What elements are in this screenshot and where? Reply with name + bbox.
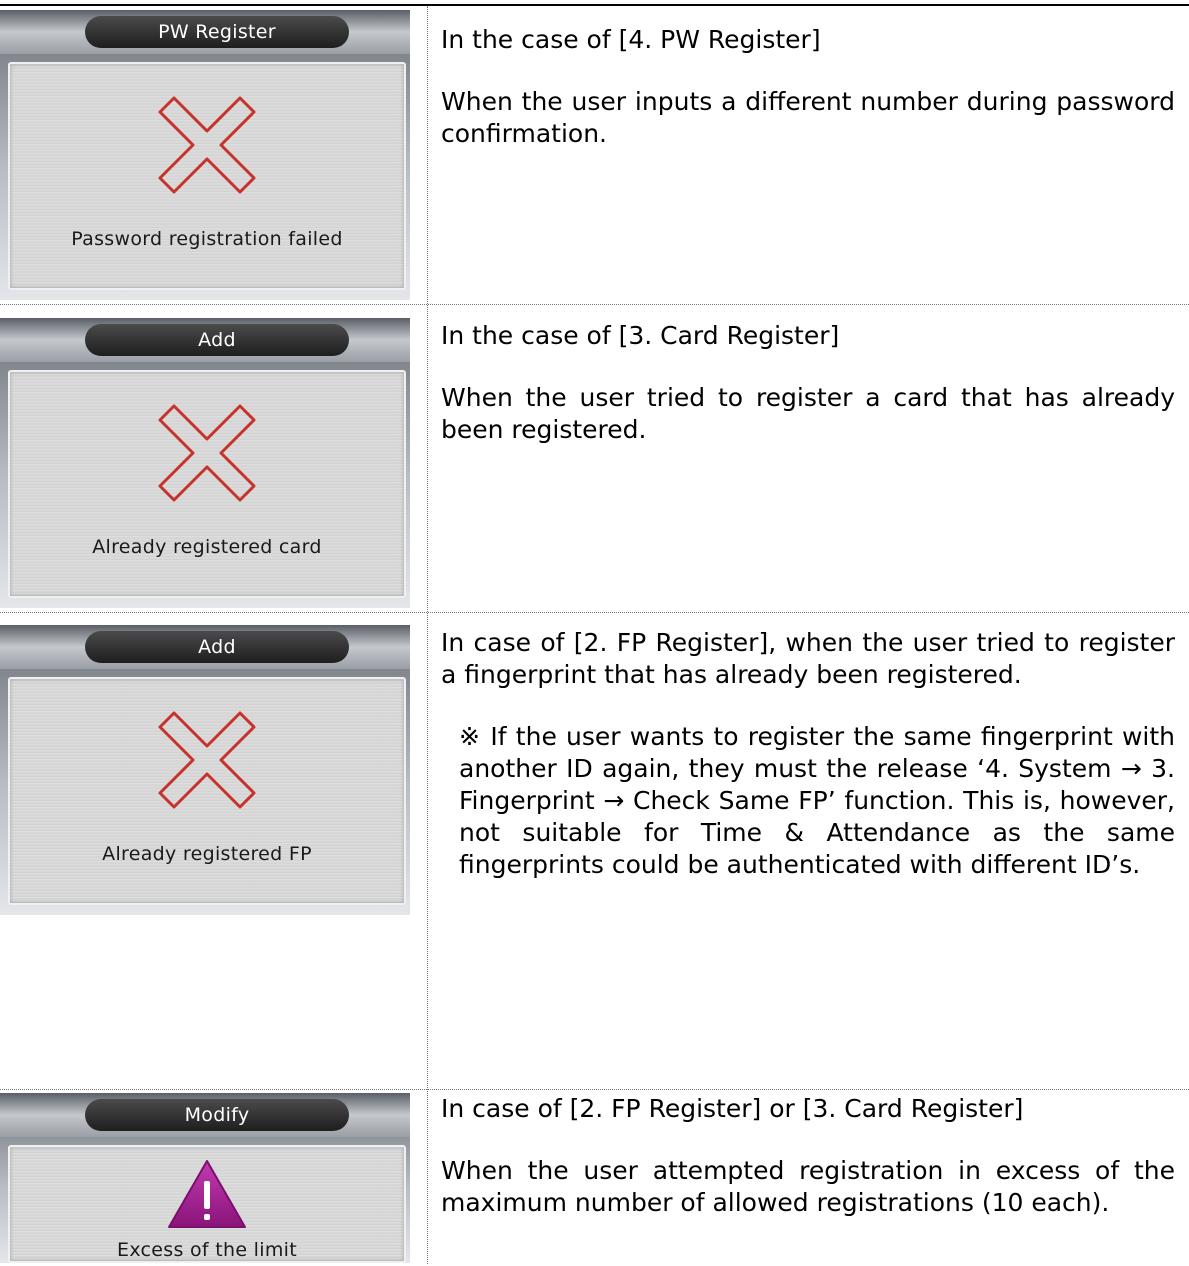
row-description: In case of [2. FP Register], when the us…	[441, 627, 1175, 881]
row-description: In case of [2. FP Register] or [3. Card …	[441, 1093, 1175, 1219]
screen-title: Add	[85, 324, 349, 356]
status-message: Password registration failed	[71, 228, 343, 250]
screen-title-bar: PW Register	[0, 10, 410, 54]
warning-icon	[168, 1160, 246, 1228]
device-screen: PW Register Password registration failed	[0, 10, 410, 300]
screen-title-bar: Add	[0, 625, 410, 669]
x-mark-icon	[158, 96, 256, 194]
case-line: In case of [2. FP Register], when the us…	[441, 628, 1175, 689]
row-divider	[0, 612, 1189, 613]
screen-title: Modify	[85, 1099, 349, 1131]
screen-title-bar: Add	[0, 318, 410, 362]
row-divider	[0, 304, 1189, 305]
case-line: In case of [2. FP Register] or [3. Card …	[441, 1094, 1024, 1123]
status-message: Already registered FP	[102, 843, 312, 865]
message-panel: Already registered FP	[8, 677, 406, 905]
table-row: PW Register Password registration failed…	[0, 10, 1189, 300]
status-message: Excess of the limit	[117, 1239, 297, 1261]
x-mark-icon	[158, 711, 256, 809]
table-row: Modify Excess of the limit In case of [2…	[0, 1093, 1189, 1263]
screen-title-bar: Modify	[0, 1093, 410, 1137]
screen-title: Add	[85, 631, 349, 663]
message-panel: Excess of the limit	[8, 1145, 406, 1263]
table-row: Add Already registered FP In case of [2.…	[0, 625, 1189, 1085]
case-line: In the case of [4. PW Register]	[441, 25, 821, 54]
description-text: When the user tried to register a card t…	[441, 383, 1175, 444]
description-text: When the user inputs a different number …	[441, 87, 1175, 148]
message-panel: Already registered card	[8, 370, 406, 598]
case-line: In the case of [3. Card Register]	[441, 321, 840, 350]
device-screen: Add Already registered card	[0, 318, 410, 608]
message-panel: Password registration failed	[8, 62, 406, 290]
x-mark-icon	[158, 404, 256, 502]
device-screen: Modify Excess of the limit	[0, 1093, 410, 1263]
screen-title: PW Register	[85, 16, 349, 48]
table-top-border	[0, 4, 1189, 6]
description-text: When the user attempted registration in …	[441, 1156, 1175, 1217]
table-row: Add Already registered card In the case …	[0, 318, 1189, 608]
device-screen: Add Already registered FP	[0, 625, 410, 915]
row-divider	[0, 1089, 1189, 1090]
row-description: In the case of [4. PW Register] When the…	[441, 24, 1175, 150]
row-description: In the case of [3. Card Register] When t…	[441, 320, 1175, 446]
status-message: Already registered card	[92, 536, 322, 558]
note-text: ※ If the user wants to register the same…	[459, 722, 1175, 879]
